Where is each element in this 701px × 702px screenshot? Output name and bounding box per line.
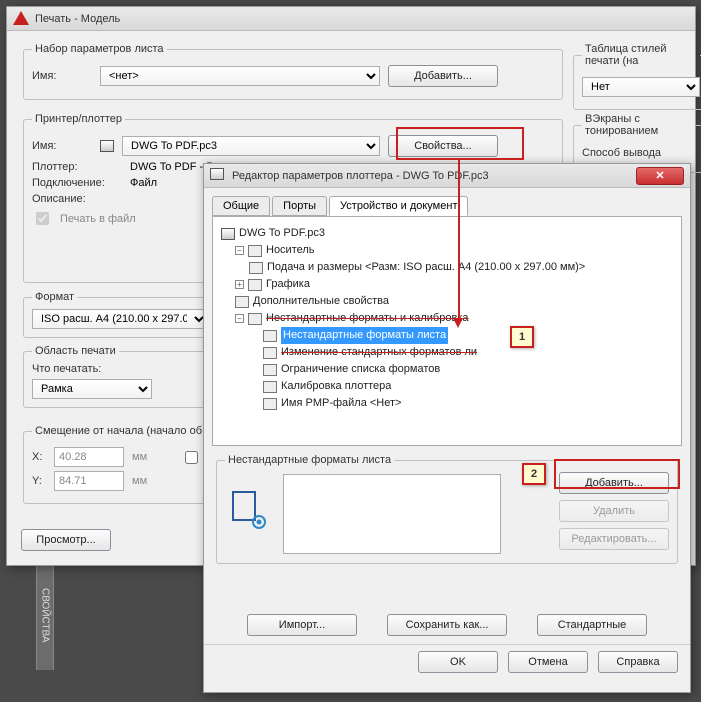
callout-1: 1 xyxy=(510,326,534,348)
page-icon xyxy=(263,398,277,410)
help-button[interactable]: Справка xyxy=(598,651,678,673)
page-icon xyxy=(263,381,277,393)
offset-center-check[interactable] xyxy=(185,451,198,464)
page-icon xyxy=(263,330,277,342)
pageset-legend: Набор параметров листа xyxy=(32,43,167,55)
tree-filter[interactable]: Ограничение списка форматов xyxy=(281,361,440,378)
offset-legend: Смещение от начала (начало об xyxy=(32,425,205,437)
custom-delete-button: Удалить xyxy=(559,500,669,522)
offset-y-label: Y: xyxy=(32,475,46,487)
plotter-label: Плоттер: xyxy=(32,161,122,173)
properties-side-tab[interactable]: СВОЙСТВА xyxy=(36,560,54,670)
tree-custom-group[interactable]: Нестандартные форматы и калибровка xyxy=(266,310,469,327)
config-tree[interactable]: DWG To PDF.pc3 − Носитель Подача и размер… xyxy=(221,225,673,412)
tree-calib[interactable]: Калибровка плоттера xyxy=(281,378,391,395)
annotation-add-box xyxy=(554,459,680,489)
tabs: Общие Порты Устройство и документ xyxy=(212,196,690,216)
print-to-file-label: Печать в файл xyxy=(60,213,136,225)
plotter-editor-title: Редактор параметров плоттера - DWG To PD… xyxy=(232,170,489,182)
standard-button[interactable]: Стандартные xyxy=(537,614,647,636)
annotation-arrowhead-icon xyxy=(453,318,463,328)
annotation-arrow xyxy=(458,160,460,320)
tab-ports[interactable]: Порты xyxy=(272,196,327,216)
ok-button[interactable]: OK xyxy=(418,651,498,673)
plotter-editor-dialog: Редактор параметров плоттера - DWG To PD… xyxy=(203,163,691,693)
props-icon xyxy=(235,296,249,308)
collapse-icon[interactable]: − xyxy=(235,314,244,323)
styles-legend: Таблица стилей печати (на xyxy=(582,43,700,67)
tree-modify-std[interactable]: Изменение стандартных форматов ли xyxy=(281,344,477,361)
plotter-value: DWG To PDF - P xyxy=(130,161,214,173)
offset-y-input xyxy=(54,471,124,491)
tab-device-document[interactable]: Устройство и документ xyxy=(329,196,468,216)
tree-feed[interactable]: Подача и размеры <Разм: ISO расш. A4 (21… xyxy=(267,259,585,276)
custom-sizes-list[interactable] xyxy=(283,474,501,554)
conn-label: Подключение: xyxy=(32,177,122,189)
expand-icon[interactable]: + xyxy=(235,280,244,289)
custom-sizes-legend: Нестандартные форматы листа xyxy=(225,454,394,466)
printer-name-select[interactable]: DWG To PDF.pc3 xyxy=(122,136,380,156)
pageset-name-label: Имя: xyxy=(32,70,92,82)
conn-value: Файл xyxy=(130,177,157,189)
saveas-button[interactable]: Сохранить как... xyxy=(387,614,507,636)
close-icon: ✕ xyxy=(655,169,664,182)
printer-icon xyxy=(100,140,114,152)
custom-size-icon xyxy=(229,488,269,534)
plotter-editor-titlebar: Редактор параметров плоттера - DWG To PD… xyxy=(204,164,690,188)
cancel-button[interactable]: Отмена xyxy=(508,651,588,673)
tree-pmp[interactable]: Имя PMP-файла <Нет> xyxy=(281,395,401,412)
area-what-select[interactable]: Рамка xyxy=(32,379,152,399)
preview-button[interactable]: Просмотр... xyxy=(21,529,111,551)
callout-2-text: 2 xyxy=(531,468,537,480)
folder-icon xyxy=(248,279,262,291)
print-dialog-title: Печать - Модель xyxy=(35,13,120,25)
offset-x-label: X: xyxy=(32,451,46,463)
tab-general[interactable]: Общие xyxy=(212,196,270,216)
callout-2: 2 xyxy=(522,463,546,485)
tree-addprops[interactable]: Дополнительные свойства xyxy=(253,293,389,310)
offset-y-unit: мм xyxy=(132,475,147,487)
plotter-file-icon xyxy=(221,228,235,240)
app-icon xyxy=(13,11,29,27)
shade-legend: ВЭкраны с тонированием xyxy=(582,113,694,137)
page-icon xyxy=(249,262,263,274)
import-button[interactable]: Импорт... xyxy=(247,614,357,636)
plotter-editor-icon xyxy=(210,168,226,184)
collapse-icon[interactable]: − xyxy=(235,246,244,255)
annotation-props-box xyxy=(396,127,524,160)
offset-x-input xyxy=(54,447,124,467)
area-what-label: Что печатать: xyxy=(32,363,101,375)
pageset-add-button[interactable]: Добавить... xyxy=(388,65,498,87)
close-button[interactable]: ✕ xyxy=(636,167,684,185)
custom-edit-button: Редактировать... xyxy=(559,528,669,550)
print-dialog-titlebar: Печать - Модель xyxy=(7,7,695,31)
pageset-name-select[interactable]: <нет> xyxy=(100,66,380,86)
tree-root[interactable]: DWG To PDF.pc3 xyxy=(239,225,325,242)
format-legend: Формат xyxy=(32,291,77,303)
offset-x-unit: мм xyxy=(132,451,147,463)
tree-graphics[interactable]: Графика xyxy=(266,276,310,293)
desc-label: Описание: xyxy=(32,193,122,205)
area-legend: Область печати xyxy=(32,345,119,357)
shade-method-label: Способ вывода xyxy=(582,147,661,159)
format-select[interactable]: ISO расш. A4 (210.00 x 297.00 м xyxy=(32,309,208,329)
callout-1-text: 1 xyxy=(519,331,525,343)
tree-custom-sizes[interactable]: Нестандартные форматы листа xyxy=(281,327,448,344)
tree-media[interactable]: Носитель xyxy=(266,242,315,259)
printer-legend: Принтер/плоттер xyxy=(32,113,125,125)
page-icon xyxy=(263,364,277,376)
printer-name-label: Имя: xyxy=(32,140,92,152)
folder-icon xyxy=(248,245,262,257)
print-to-file-check xyxy=(36,212,49,225)
tree-panel: DWG To PDF.pc3 − Носитель Подача и размер… xyxy=(212,216,682,446)
styles-select[interactable]: Нет xyxy=(582,77,700,97)
page-icon xyxy=(263,347,277,359)
folder-icon xyxy=(248,313,262,325)
